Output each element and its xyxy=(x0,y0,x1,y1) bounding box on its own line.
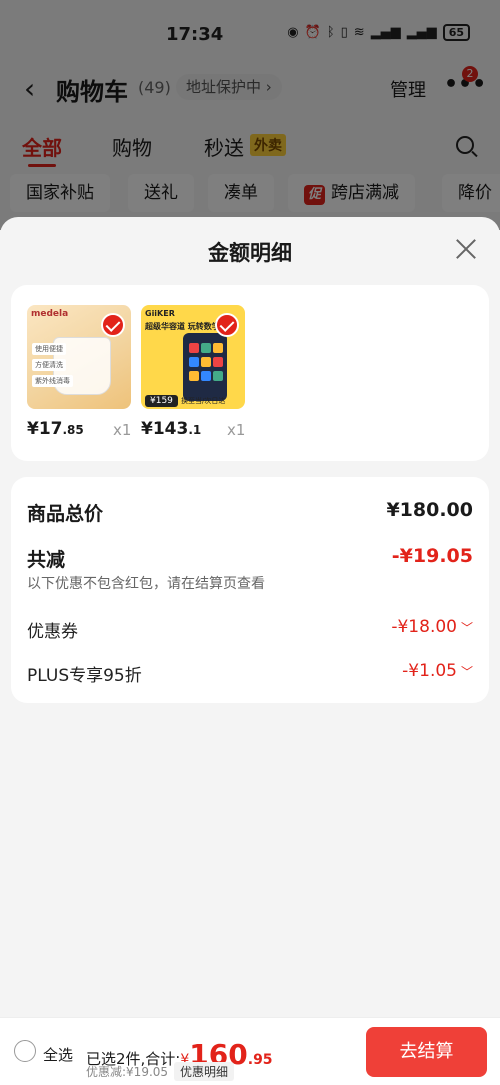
sheet-title: 金额明细 xyxy=(208,241,292,265)
discount-summary: 优惠减:¥19.05 优惠明细 xyxy=(86,1062,235,1081)
chevron-down-icon: ﹀ xyxy=(460,621,473,635)
checkout-button[interactable]: 去结算 xyxy=(366,1027,487,1077)
checked-icon xyxy=(101,313,125,337)
close-icon[interactable] xyxy=(452,235,480,263)
product-feature-label: 方便清洗 xyxy=(32,359,66,371)
coupon-value-group: -¥18.00 ﹀ xyxy=(391,617,473,637)
coupon-label: 优惠券 xyxy=(27,622,78,642)
checkout-bar: 全选 已选2件,合计:¥160.95 优惠减:¥19.05 优惠明细 去结算 xyxy=(0,1017,500,1085)
goods-price: ¥143.1 xyxy=(141,419,201,439)
total-value: ¥180.00 xyxy=(386,499,473,521)
plus-value-group: -¥1.05 ﹀ xyxy=(402,661,473,681)
modal-backdrop[interactable] xyxy=(0,0,500,230)
product-image: GiiKER 超级华容道 玩转数学 ¥159 换至当/次日达 xyxy=(141,305,245,409)
product-brand: GiiKER xyxy=(145,309,175,318)
product-feature-label: 使用便捷 xyxy=(32,343,66,355)
chevron-down-icon: ﹀ xyxy=(460,665,473,679)
goods-price-int: ¥17 xyxy=(27,419,63,439)
discount-value: -¥19.05 xyxy=(391,545,473,567)
product-price-tag: ¥159 xyxy=(145,395,178,407)
discount-detail-button[interactable]: 优惠明细 xyxy=(174,1062,235,1081)
discount-summary-text: 优惠减:¥19.05 xyxy=(86,1065,169,1079)
coupon-value: -¥18.00 xyxy=(391,617,457,637)
select-all-radio[interactable] xyxy=(14,1040,36,1062)
product-headline: 超级华容道 玩转数学 xyxy=(145,322,220,331)
checked-icon xyxy=(215,313,239,337)
goods-price-int: ¥143 xyxy=(141,419,189,439)
goods-price-dec: .1 xyxy=(188,423,202,437)
plus-label: PLUS专享95折 xyxy=(27,666,142,686)
price-summary-card: 商品总价 ¥180.00 共减 -¥19.05 以下优惠不包含红包，请在结算页查… xyxy=(11,477,489,703)
goods-qty: x1 xyxy=(227,421,246,439)
total-label: 商品总价 xyxy=(27,503,104,525)
goods-item[interactable]: medela 使用便捷 方便清洗 紫外线消毒 ¥17.85 x1 xyxy=(27,305,147,439)
product-ship-tag: 换至当/次日达 xyxy=(181,397,226,405)
discount-note: 以下优惠不包含红包，请在结算页查看 xyxy=(27,576,265,592)
product-device-shape xyxy=(183,333,227,401)
discount-label: 共减 xyxy=(27,549,66,571)
select-all-label[interactable]: 全选 xyxy=(43,1044,73,1065)
product-image: medela 使用便捷 方便清洗 紫外线消毒 xyxy=(27,305,131,409)
goods-qty: x1 xyxy=(113,421,132,439)
product-brand: medela xyxy=(31,309,69,319)
goods-item[interactable]: GiiKER 超级华容道 玩转数学 ¥159 换至当/次日达 ¥143.1 x1 xyxy=(141,305,261,439)
amount-detail-sheet: 金额明细 medela 使用便捷 方便清洗 紫外线消毒 ¥17.85 x1 Gi… xyxy=(0,217,500,1017)
goods-price-dec: .85 xyxy=(62,423,84,437)
product-feature-label: 紫外线消毒 xyxy=(32,375,73,387)
selected-goods-card: medela 使用便捷 方便清洗 紫外线消毒 ¥17.85 x1 GiiKER … xyxy=(11,285,489,461)
plus-value: -¥1.05 xyxy=(402,661,457,681)
goods-price: ¥17.85 xyxy=(27,419,84,439)
total-dec: .95 xyxy=(247,1052,273,1068)
